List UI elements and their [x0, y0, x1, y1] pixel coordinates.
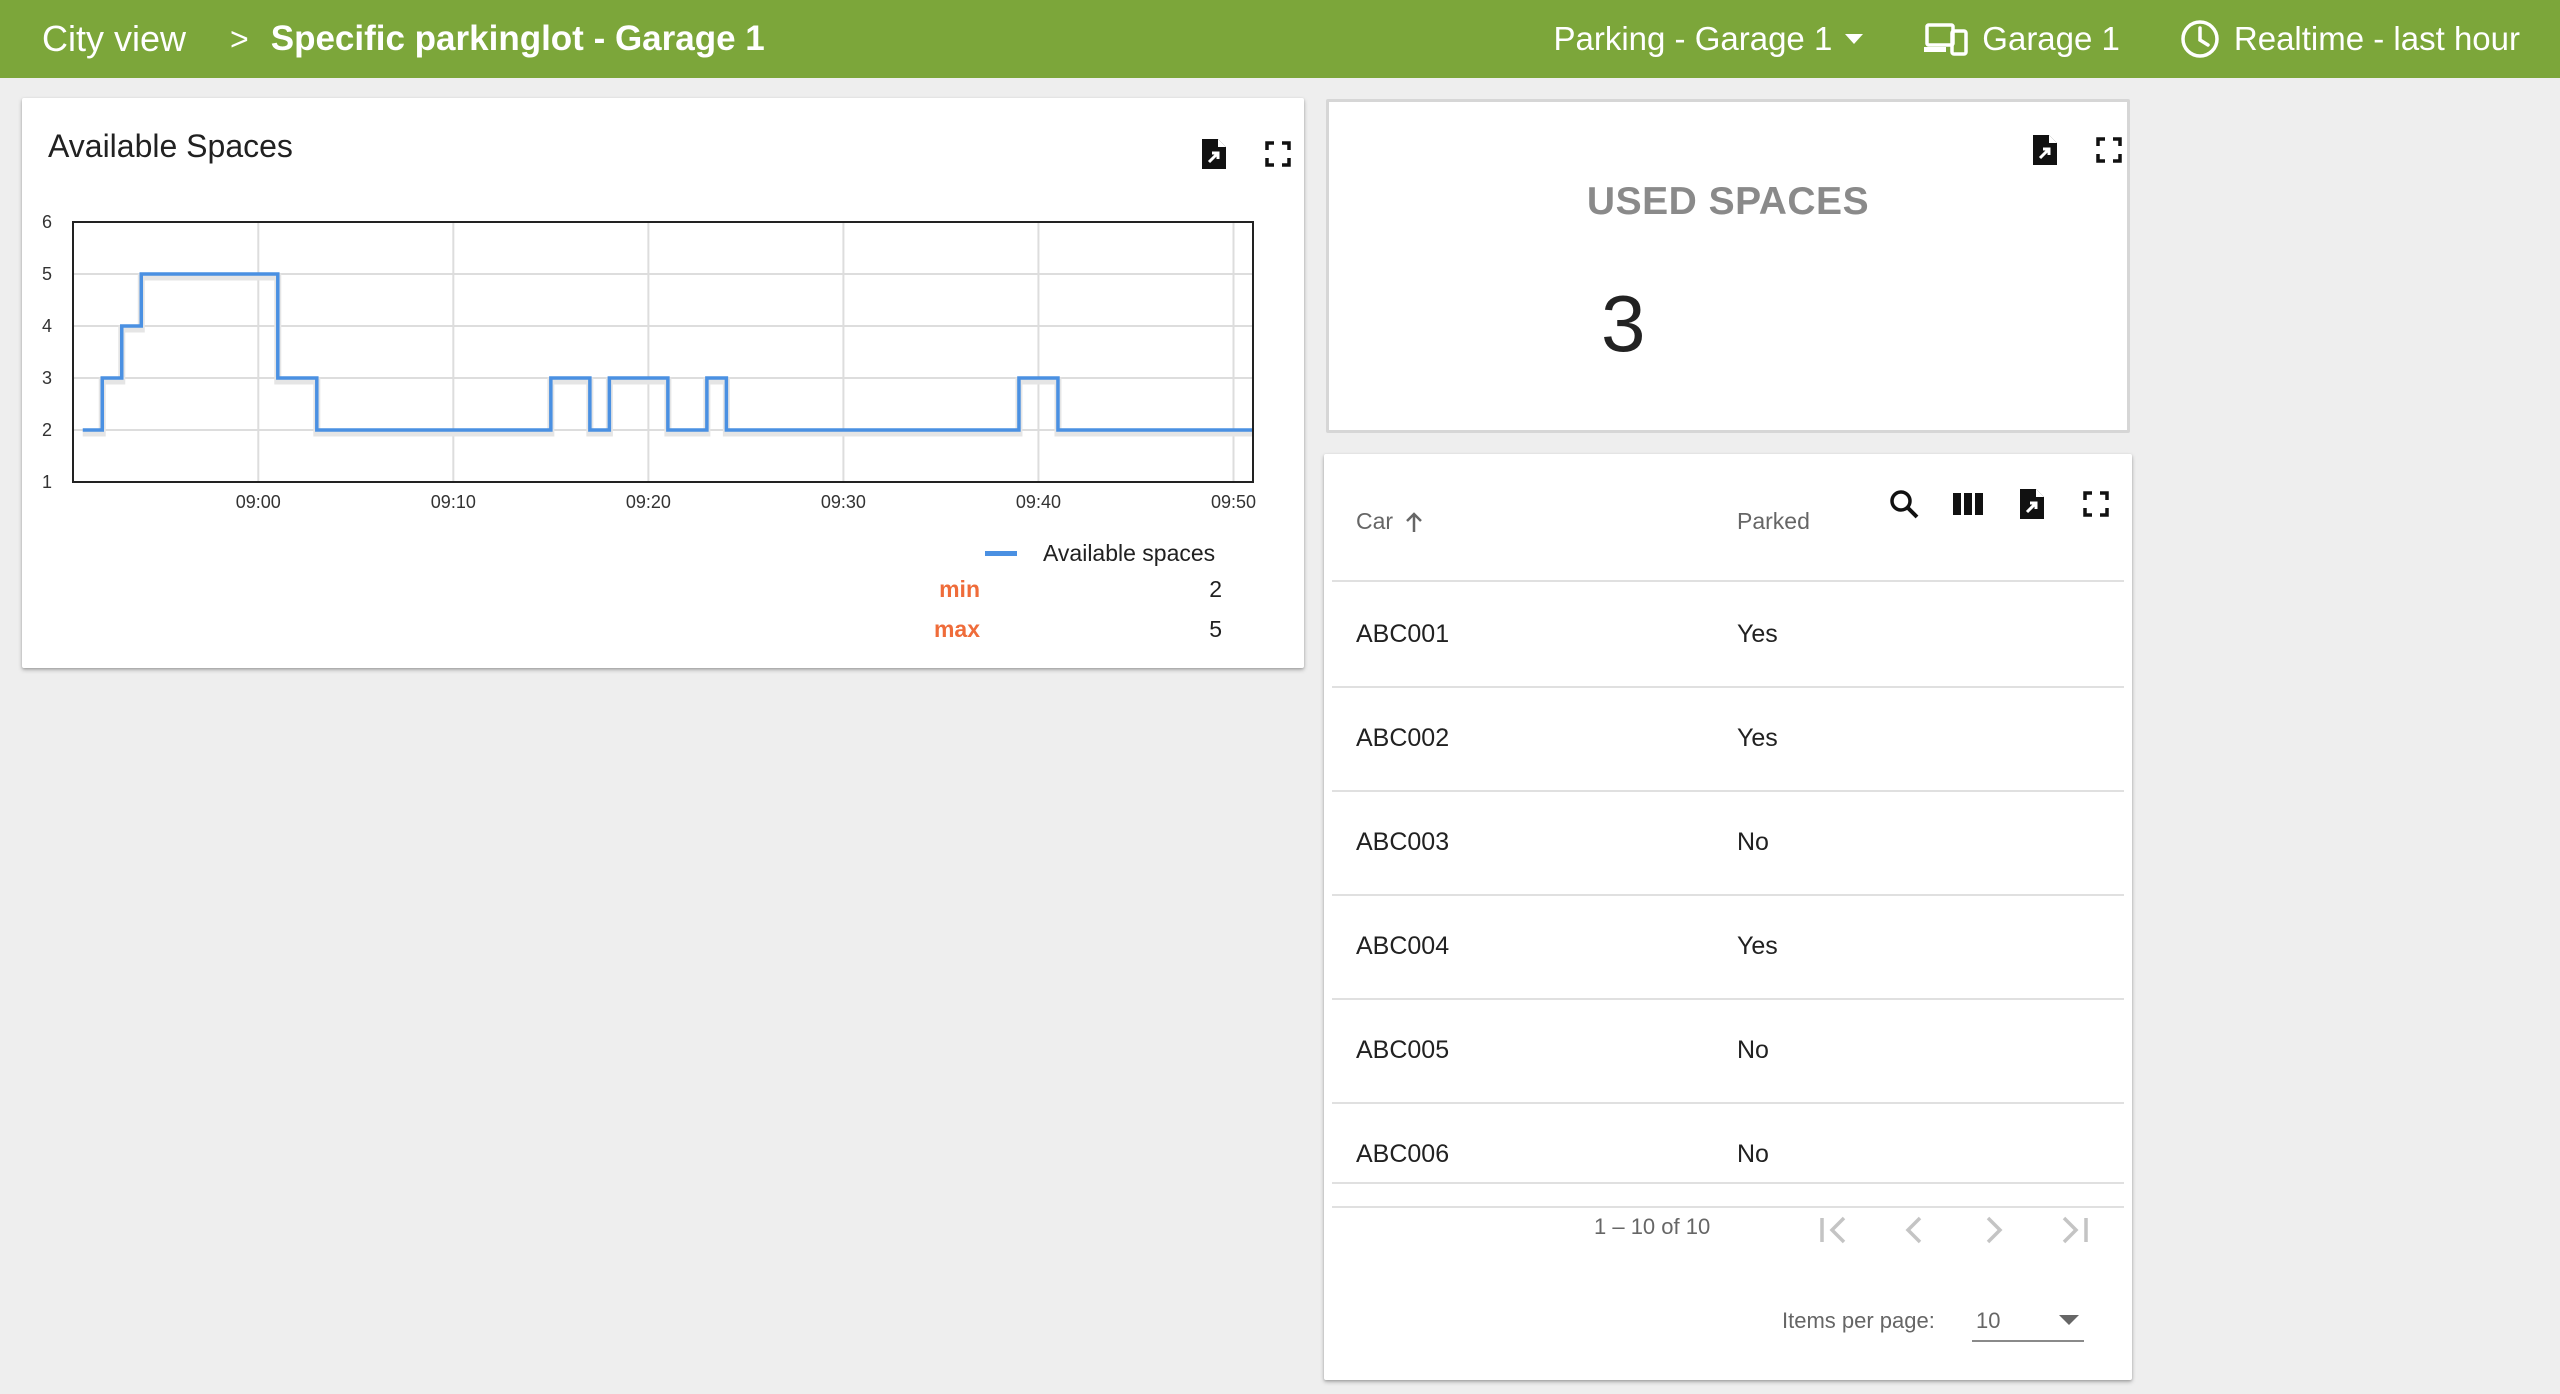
items-per-page-value: 10 [1976, 1308, 2001, 1333]
cars-table-card: Car Parked ABC001 Yes ABC002 Yes ABC003 … [1324, 454, 2132, 1380]
cell-car: ABC003 [1356, 828, 1450, 856]
chart-grid [73, 222, 1253, 482]
y-tick-label: 2 [42, 420, 52, 440]
stat-max-label: max [933, 616, 980, 642]
column-header-label: Parked [1737, 508, 1810, 534]
top-bar: City view > Specific parkinglot - Garage… [0, 0, 2560, 78]
chevron-left-icon [1905, 1216, 1922, 1244]
plot-frame [72, 221, 1254, 483]
clock-icon [2181, 20, 2219, 58]
items-per-page-select[interactable]: 10 [1972, 1298, 2084, 1342]
y-axis-ticks: 1 2 3 4 5 6 [42, 212, 52, 492]
first-page-icon [1820, 1216, 1846, 1244]
state-selector[interactable]: Parking - Garage 1 [1553, 20, 1864, 58]
y-tick-label: 3 [42, 368, 52, 388]
table-toolbar [1860, 484, 2116, 524]
stat-min-label: min [939, 576, 980, 602]
stat-min-value: 2 [1209, 576, 1222, 602]
fullscreen-button[interactable] [2076, 484, 2116, 524]
legend-label: Available spaces [1043, 540, 1216, 566]
x-tick-label: 09:10 [431, 492, 476, 512]
cell-car: ABC002 [1356, 724, 1450, 752]
last-page-icon [2062, 1216, 2088, 1244]
table-row[interactable]: ABC005 No [1332, 1000, 2124, 1104]
y-tick-label: 4 [42, 316, 52, 336]
breadcrumb-city-view[interactable]: City view [42, 18, 186, 60]
column-header-parked[interactable]: Parked [1737, 508, 1810, 535]
fullscreen-icon [2083, 491, 2109, 517]
cell-parked: Yes [1737, 724, 1778, 752]
export-button[interactable] [2025, 130, 2065, 170]
sort-ascending-icon [1406, 511, 1422, 532]
cell-parked: No [1737, 1036, 1769, 1064]
export-icon [2020, 489, 2044, 519]
legend-swatch [985, 551, 1017, 556]
cell-parked: No [1737, 1140, 1769, 1168]
entity-label: Garage 1 [1982, 20, 2120, 57]
legend-item[interactable]: Available spaces [985, 540, 1215, 567]
view-column-icon [1953, 493, 1983, 515]
caret-down-icon [2059, 1315, 2079, 1325]
x-tick-label: 09:50 [1211, 492, 1256, 512]
search-icon [1890, 490, 1919, 519]
export-button[interactable] [2012, 484, 2052, 524]
columns-button[interactable] [1948, 484, 1988, 524]
x-tick-label: 09:00 [236, 492, 281, 512]
fullscreen-button[interactable] [2089, 130, 2129, 170]
last-page-button[interactable] [2050, 1206, 2098, 1254]
state-selector-label: Parking - Garage 1 [1553, 20, 1833, 57]
header-controls: Parking - Garage 1 Garage 1 Realtime - l… [1493, 0, 2520, 78]
column-header-label: Car [1356, 508, 1394, 534]
x-axis-ticks: 09:00 09:10 09:20 09:30 09:40 09:50 [236, 492, 1256, 512]
table-paginator: 1 – 10 of 10 Items per page: 10 [1332, 1182, 2124, 1380]
card-toolbar [2001, 130, 2129, 170]
export-icon [2033, 135, 2057, 165]
y-tick-label: 5 [42, 264, 52, 284]
table-row[interactable]: ABC004 Yes [1332, 896, 2124, 1000]
used-spaces-value: 3 [1601, 279, 1646, 368]
x-tick-label: 09:40 [1016, 492, 1061, 512]
used-spaces-title: USED SPACES [1586, 180, 1870, 223]
column-header-car[interactable]: Car [1356, 508, 1423, 535]
caret-down-icon [1845, 34, 1864, 44]
next-page-button[interactable] [1970, 1206, 2018, 1254]
available-spaces-card: Available Spaces 123456 09:00 09:10 09:20 0… [22, 98, 1304, 668]
stat-max-value: 5 [1209, 616, 1222, 642]
first-page-button[interactable] [1810, 1206, 1858, 1254]
search-button[interactable] [1884, 484, 1924, 524]
cell-car: ABC006 [1356, 1140, 1450, 1168]
y-tick-label: 6 [42, 212, 52, 232]
previous-page-button[interactable] [1890, 1206, 1938, 1254]
x-tick-label: 09:20 [626, 492, 671, 512]
devices-icon [1924, 23, 1969, 56]
breadcrumb-separator: > [230, 20, 249, 57]
timewindow-selector[interactable]: Realtime - last hour [2180, 19, 2520, 59]
cell-parked: Yes [1737, 620, 1778, 648]
items-per-page-label: Items per page: [1782, 1308, 1935, 1333]
timewindow-label: Realtime - last hour [2233, 20, 2520, 57]
entity-selector[interactable]: Garage 1 [1924, 20, 2120, 58]
paginator-range-label: 1 – 10 of 10 [1594, 1214, 1711, 1239]
x-tick-label: 09:30 [821, 492, 866, 512]
y-tick-label: 1 [42, 472, 52, 492]
table-row[interactable]: ABC002 Yes [1332, 688, 2124, 792]
breadcrumb-current-page: Specific parkinglot - Garage 1 [270, 19, 765, 58]
cell-car: ABC001 [1356, 620, 1450, 648]
table-row[interactable]: ABC001 Yes [1332, 584, 2124, 688]
cell-car: ABC004 [1356, 932, 1450, 960]
table-row[interactable]: ABC003 No [1332, 792, 2124, 896]
table-body: ABC001 Yes ABC002 Yes ABC003 No ABC004 Y… [1332, 584, 2124, 1262]
fullscreen-icon [2096, 137, 2122, 163]
chevron-right-icon [1986, 1216, 2003, 1244]
cell-parked: No [1737, 828, 1769, 856]
used-spaces-card: USED SPACES 3 [1326, 99, 2130, 433]
cell-parked: Yes [1737, 932, 1778, 960]
cell-car: ABC005 [1356, 1036, 1450, 1064]
